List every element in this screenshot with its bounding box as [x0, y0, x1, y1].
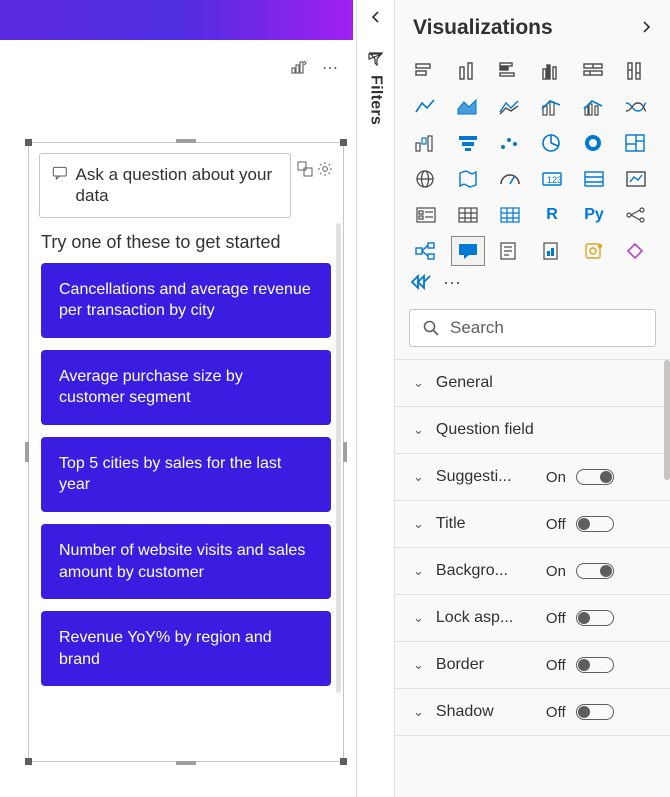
format-row-question-field[interactable]: ⌄ Question field — [395, 407, 670, 454]
viz-key-influencers-icon[interactable] — [619, 200, 653, 230]
chevron-down-icon: ⌄ — [413, 516, 424, 532]
qna-visual[interactable]: Ask a question about your data Try one o… — [28, 142, 344, 762]
viz-line-clustered-column-icon[interactable] — [577, 92, 611, 122]
format-row-suggestions[interactable]: ⌄ Suggesti... On — [395, 454, 670, 501]
viz-stacked-column-icon[interactable] — [451, 56, 485, 86]
chevron-down-icon: ⌄ — [413, 469, 424, 485]
filter-icon — [368, 51, 384, 67]
format-search-input[interactable]: Search — [409, 309, 656, 347]
more-options-icon[interactable]: ⋯ — [322, 58, 338, 81]
visualizations-title: Visualizations — [413, 16, 553, 40]
chevron-down-icon: ⌄ — [413, 563, 424, 579]
qna-suggestion-heading: Try one of these to get started — [41, 232, 331, 253]
toggle-title[interactable] — [576, 516, 614, 532]
toggle-lock-aspect[interactable] — [576, 610, 614, 626]
viz-table-icon[interactable] — [451, 200, 485, 230]
viz-stacked-bar-100-icon[interactable] — [577, 56, 611, 86]
viz-decomposition-tree-icon[interactable] — [409, 236, 443, 266]
filters-label: Filters — [367, 75, 385, 125]
filters-tab[interactable]: Filters — [367, 51, 385, 125]
visual-header-toolbar: ⋯ — [0, 40, 356, 87]
suggestion-card[interactable]: Top 5 cities by sales for the last year — [41, 437, 331, 512]
format-row-general[interactable]: ⌄ General — [395, 360, 670, 407]
resize-handle-bottom[interactable] — [176, 761, 196, 765]
viz-scatter-icon[interactable] — [493, 128, 527, 158]
viz-line-icon[interactable] — [409, 92, 443, 122]
viz-smart-narrative-icon[interactable] — [493, 236, 527, 266]
suggestion-list: Cancellations and average revenue per tr… — [39, 263, 333, 687]
search-placeholder: Search — [450, 318, 504, 338]
viz-card-icon[interactable]: 123 — [535, 164, 569, 194]
more-visuals-icon[interactable]: ⋯ — [443, 273, 463, 294]
qna-input-placeholder: Ask a question about your data — [76, 164, 278, 207]
viz-r-icon[interactable]: R — [535, 200, 569, 230]
viz-funnel-icon[interactable] — [451, 128, 485, 158]
drill-mode-icon[interactable] — [290, 58, 308, 81]
viz-gauge-icon[interactable] — [493, 164, 527, 194]
toggle-border[interactable] — [576, 657, 614, 673]
format-row-border[interactable]: ⌄ Border Off — [395, 642, 670, 689]
toggle-suggestions[interactable] — [576, 469, 614, 485]
expand-pane-icon[interactable] — [640, 20, 652, 37]
chevron-down-icon: ⌄ — [413, 610, 424, 626]
filters-collapsed-pane: Filters — [357, 0, 395, 797]
gear-icon[interactable] — [317, 161, 333, 177]
search-icon — [422, 319, 440, 337]
viz-line-stacked-column-icon[interactable] — [535, 92, 569, 122]
viz-pie-icon[interactable] — [535, 128, 569, 158]
viz-get-more-icon[interactable] — [619, 236, 653, 266]
viz-filled-map-icon[interactable] — [451, 164, 485, 194]
format-row-background[interactable]: ⌄ Backgro... On — [395, 548, 670, 595]
chevron-down-icon: ⌄ — [413, 422, 424, 438]
viz-qna-icon[interactable] — [451, 236, 485, 266]
viz-kpi-icon[interactable] — [619, 164, 653, 194]
chevron-down-icon: ⌄ — [413, 657, 424, 673]
suggestion-card[interactable]: Average purchase size by customer segmen… — [41, 350, 331, 425]
viz-stacked-bar-icon[interactable] — [409, 56, 443, 86]
format-row-title[interactable]: ⌄ Title Off — [395, 501, 670, 548]
viz-matrix-icon[interactable] — [493, 200, 527, 230]
format-row-shadow[interactable]: ⌄ Shadow Off — [395, 689, 670, 736]
viz-python-icon[interactable]: Py — [577, 200, 611, 230]
speech-bubble-icon — [52, 164, 68, 182]
viz-power-apps-icon[interactable] — [409, 272, 433, 295]
qna-content: Ask a question about your data Try one o… — [29, 143, 343, 761]
viz-multi-row-card-icon[interactable] — [577, 164, 611, 194]
viz-power-automate-icon[interactable] — [577, 236, 611, 266]
toggle-shadow[interactable] — [576, 704, 614, 720]
expand-filters-icon[interactable] — [370, 10, 382, 29]
viz-clustered-column-icon[interactable] — [535, 56, 569, 86]
scrollbar[interactable] — [664, 360, 670, 480]
visualizations-pane: Visualizations 123 R Py — [395, 0, 670, 797]
scrollbar[interactable] — [336, 223, 341, 693]
viz-treemap-icon[interactable] — [619, 128, 653, 158]
format-properties-list: ⌄ General ⌄ Question field ⌄ Suggesti...… — [395, 359, 670, 797]
format-row-lock-aspect[interactable]: ⌄ Lock asp... Off — [395, 595, 670, 642]
suggestion-card[interactable]: Revenue YoY% by region and brand — [41, 611, 331, 686]
viz-map-icon[interactable] — [409, 164, 443, 194]
chevron-down-icon: ⌄ — [413, 704, 424, 720]
visual-gallery: 123 R Py — [395, 56, 670, 270]
viz-area-icon[interactable] — [451, 92, 485, 122]
viz-paginated-report-icon[interactable] — [535, 236, 569, 266]
suggestion-card[interactable]: Number of website visits and sales amoun… — [41, 524, 331, 599]
qna-input[interactable]: Ask a question about your data — [39, 153, 291, 218]
viz-clustered-bar-icon[interactable] — [493, 56, 527, 86]
convert-visual-icon[interactable] — [297, 161, 313, 177]
viz-ribbon-icon[interactable] — [619, 92, 653, 122]
report-canvas: ⋯ Ask a question about your data — [0, 0, 357, 797]
svg-text:123: 123 — [547, 175, 562, 185]
viz-slicer-icon[interactable] — [409, 200, 443, 230]
viz-donut-icon[interactable] — [577, 128, 611, 158]
resize-handle-right[interactable] — [343, 442, 347, 462]
chevron-down-icon: ⌄ — [413, 375, 424, 391]
ribbon-accent-bar — [0, 0, 353, 40]
viz-stacked-area-icon[interactable] — [493, 92, 527, 122]
viz-waterfall-icon[interactable] — [409, 128, 443, 158]
viz-stacked-column-100-icon[interactable] — [619, 56, 653, 86]
suggestion-card[interactable]: Cancellations and average revenue per tr… — [41, 263, 331, 338]
toggle-background[interactable] — [576, 563, 614, 579]
